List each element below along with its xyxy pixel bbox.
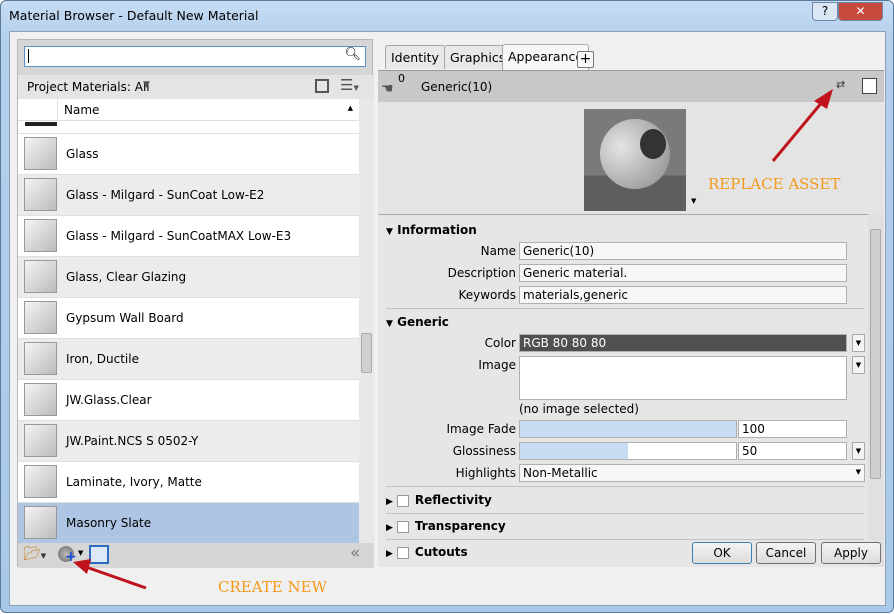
annotation-arrows [73, 89, 833, 590]
create-arrow [85, 565, 147, 590]
replace-arrow [771, 100, 825, 162]
create-arrowhead [73, 559, 91, 574]
replace-arrowhead [814, 89, 833, 109]
material-browser-window: Material Browser - Default New Material … [0, 0, 894, 613]
